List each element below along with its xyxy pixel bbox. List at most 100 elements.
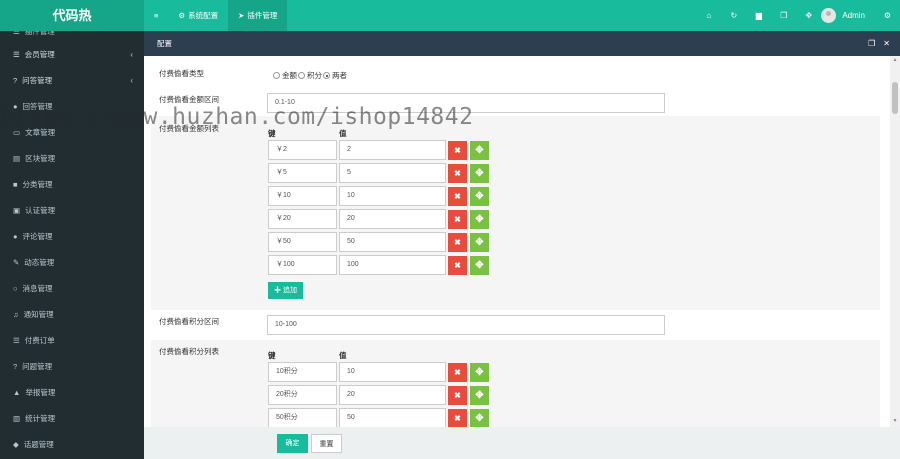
- points-value-input[interactable]: 50: [339, 408, 446, 427]
- dialog-title: 配置: [157, 39, 172, 48]
- sidebar-item-messages[interactable]: ○ 消息管理: [0, 275, 144, 301]
- list-ul-icon: ☰: [13, 335, 20, 345]
- chevron-left-icon: ‹: [130, 49, 133, 59]
- refresh-icon[interactable]: ↻: [721, 0, 746, 31]
- money-key-input[interactable]: ￥100: [268, 255, 337, 275]
- sidebar-item-topics[interactable]: ◆ 话题管理: [0, 431, 144, 457]
- money-value-input[interactable]: 2: [339, 140, 446, 160]
- sidebar-item-blocks[interactable]: ▤ 区块管理: [0, 145, 144, 171]
- drag-row-button[interactable]: ✥: [470, 210, 489, 229]
- money-key-input[interactable]: ￥5: [268, 163, 337, 183]
- sidebar-item-qa[interactable]: ? 问答管理 ‹: [0, 67, 144, 93]
- bar-chart-icon: ▥: [13, 413, 21, 423]
- scroll-down-icon[interactable]: ▼: [892, 418, 898, 424]
- radio-label: 积分: [307, 71, 322, 80]
- drag-row-button[interactable]: ✥: [470, 233, 489, 252]
- money-key-input[interactable]: ￥50: [268, 232, 337, 252]
- remove-row-button[interactable]: ✖: [448, 233, 467, 252]
- sidebar-toggle-button[interactable]: ≡: [144, 0, 168, 31]
- sidebar-item-reports[interactable]: ▲ 举报管理: [0, 379, 144, 405]
- money-key-input[interactable]: ￥20: [268, 209, 337, 229]
- copy-icon[interactable]: ❐: [771, 0, 796, 31]
- question-circle-icon: ?: [13, 361, 18, 371]
- sidebar-item-comments[interactable]: ● 评论管理: [0, 223, 144, 249]
- list-icon: ☰: [13, 49, 20, 59]
- drag-row-button[interactable]: ✥: [470, 386, 489, 405]
- reset-button[interactable]: 重置: [311, 434, 342, 453]
- points-range-input[interactable]: 10-100: [267, 315, 665, 335]
- sidebar-item-certification[interactable]: ▣ 认证管理: [0, 197, 144, 223]
- sidebar-item-answers[interactable]: ● 回答管理: [0, 93, 144, 119]
- home-icon[interactable]: ⌂: [696, 0, 721, 31]
- tab-plugin-manage[interactable]: ➤ 插件管理: [228, 0, 288, 31]
- money-value-input[interactable]: 100: [339, 255, 446, 275]
- comments-icon: ●: [13, 231, 18, 241]
- drag-row-button[interactable]: ✥: [470, 409, 489, 427]
- points-key-input[interactable]: 20积分: [268, 385, 337, 405]
- money-key-input[interactable]: ￥10: [268, 186, 337, 206]
- config-form: 付费偷看类型 金额 积分 两者 付费偷看金额区间 0.1-10 付费偷看金额列表…: [144, 56, 890, 427]
- tab-system-config[interactable]: ⚙ 系统配置: [168, 0, 228, 31]
- sidebar-item-dynamics[interactable]: ✎ 动态管理: [0, 249, 144, 275]
- drag-row-button[interactable]: ✥: [470, 164, 489, 183]
- points-key-input[interactable]: 10积分: [268, 362, 337, 382]
- form-row-points-range: 付费偷看积分区间 10-100: [151, 310, 880, 336]
- scroll-up-icon[interactable]: ▲: [892, 57, 898, 63]
- expand-icon[interactable]: ✥: [796, 0, 821, 31]
- radio-money[interactable]: [273, 72, 280, 79]
- drag-row-button[interactable]: ✥: [470, 256, 489, 275]
- money-range-input[interactable]: 0.1-10: [267, 93, 665, 113]
- app-logo[interactable]: 代码热: [0, 0, 144, 31]
- sidebar-item-members[interactable]: ☰ 会员管理 ‹: [0, 41, 144, 67]
- drag-row-button[interactable]: ✥: [470, 363, 489, 382]
- money-value-input[interactable]: 5: [339, 163, 446, 183]
- sidebar-item-questions[interactable]: ? 问题管理: [0, 353, 144, 379]
- sidebar-item-notifications[interactable]: ♫ 通知管理: [0, 301, 144, 327]
- remove-row-button[interactable]: ✖: [448, 256, 467, 275]
- drag-row-button[interactable]: ✥: [470, 187, 489, 206]
- remove-row-button[interactable]: ✖: [448, 187, 467, 206]
- points-value-input[interactable]: 10: [339, 362, 446, 382]
- confirm-button[interactable]: 确定: [277, 434, 308, 453]
- points-value-input[interactable]: 20: [339, 385, 446, 405]
- file-text-icon: ▤: [13, 153, 21, 163]
- key-column-header: 键: [268, 129, 276, 138]
- sidebar-item-articles[interactable]: ▭ 文章管理: [0, 119, 144, 145]
- bell-icon: ♫: [13, 309, 19, 319]
- sidebar-item-statistics[interactable]: ▥ 统计管理: [0, 405, 144, 431]
- points-key-input[interactable]: 50积分: [268, 408, 337, 427]
- drag-row-button[interactable]: ✥: [470, 141, 489, 160]
- remove-row-button[interactable]: ✖: [448, 363, 467, 382]
- money-value-input[interactable]: 50: [339, 232, 446, 252]
- restore-icon[interactable]: ❐: [868, 31, 875, 56]
- avatar: [821, 8, 837, 23]
- cogs-icon[interactable]: ⚙: [875, 0, 900, 31]
- tab-label: 系统配置: [188, 11, 219, 20]
- trash-icon[interactable]: ▆: [746, 0, 771, 31]
- scroll-thumb[interactable]: [892, 82, 898, 114]
- remove-row-button[interactable]: ✖: [448, 409, 467, 427]
- user-menu[interactable]: Admin: [821, 8, 865, 23]
- sidebar: ☰插件管理new ☰会员管理‹ ?问答管理‹ ●回答管理 ▭文章管理 ▤区块管理…: [0, 31, 144, 459]
- form-row-money-list: 付费偷看金额列表 键 值 ￥2 2 ✖ ✥ ￥5 5 ✖ ✥ ￥10 10 ✖ …: [151, 116, 880, 310]
- sidebar-item-label: 付费订单: [24, 335, 55, 345]
- question-icon: ?: [13, 75, 18, 85]
- close-icon[interactable]: ✕: [883, 31, 890, 56]
- sidebar-item-label: 会员管理: [24, 49, 55, 59]
- remove-row-button[interactable]: ✖: [448, 210, 467, 229]
- rocket-icon: ➤: [238, 11, 245, 20]
- sidebar-item-paid-orders[interactable]: ☰ 付费订单: [0, 327, 144, 353]
- sidebar-item-label: 分类管理: [22, 179, 53, 189]
- money-value-input[interactable]: 20: [339, 209, 446, 229]
- sidebar-item-categories[interactable]: ■ 分类管理: [0, 171, 144, 197]
- form-scrollbar[interactable]: ▲ ▼: [890, 56, 900, 427]
- remove-row-button[interactable]: ✖: [448, 164, 467, 183]
- field-label: 付费偷看积分区间: [159, 317, 219, 326]
- append-row-button[interactable]: ✚ 追加: [268, 282, 303, 299]
- money-value-input[interactable]: 10: [339, 186, 446, 206]
- remove-row-button[interactable]: ✖: [448, 386, 467, 405]
- radio-both[interactable]: [323, 72, 330, 79]
- money-key-input[interactable]: ￥2: [268, 140, 337, 160]
- remove-row-button[interactable]: ✖: [448, 141, 467, 160]
- radio-points[interactable]: [298, 72, 305, 79]
